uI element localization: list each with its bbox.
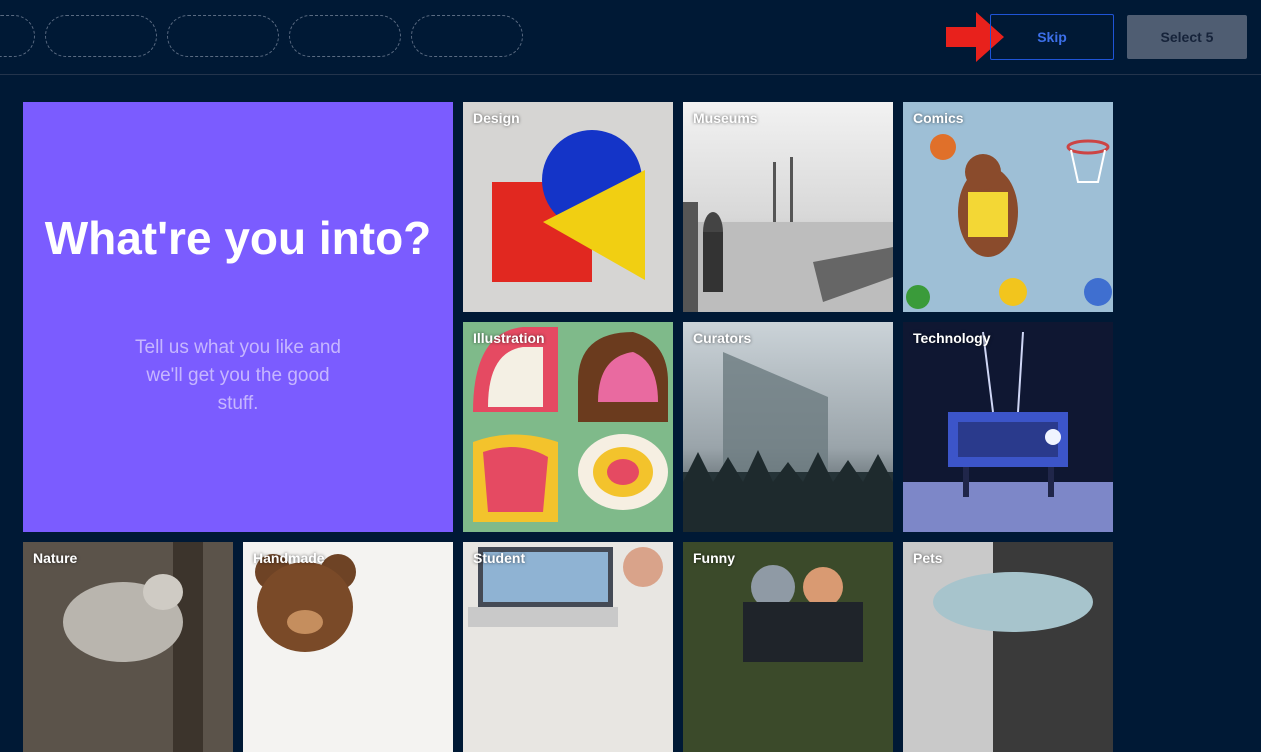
tile-curators[interactable]: Curators bbox=[683, 322, 893, 532]
funny-image bbox=[683, 542, 893, 752]
empty-selection-slot bbox=[167, 15, 279, 57]
design-image bbox=[463, 102, 673, 312]
select-5-button[interactable]: Select 5 bbox=[1127, 15, 1247, 59]
technology-image bbox=[903, 322, 1113, 532]
comics-image bbox=[903, 102, 1113, 312]
student-image bbox=[463, 542, 673, 752]
tile-comics[interactable]: Comics bbox=[903, 102, 1113, 312]
empty-selection-slot bbox=[411, 15, 523, 57]
hero-subtitle: Tell us what you like and we'll get you … bbox=[135, 337, 341, 414]
tile-label: Illustration bbox=[473, 330, 545, 346]
tile-funny[interactable]: Funny bbox=[683, 542, 893, 752]
illustration-image bbox=[463, 322, 673, 532]
tile-technology[interactable]: Technology bbox=[903, 322, 1113, 532]
tile-nature[interactable]: Nature bbox=[23, 542, 233, 752]
nature-image bbox=[23, 542, 233, 752]
tile-label: Design bbox=[473, 110, 520, 126]
curators-image bbox=[683, 322, 893, 532]
tile-label: Curators bbox=[693, 330, 752, 346]
skip-button[interactable]: Skip bbox=[990, 14, 1114, 60]
hero-card: What're you into? Tell us what you like … bbox=[23, 102, 453, 532]
museums-image bbox=[683, 102, 893, 312]
tile-pets[interactable]: Pets bbox=[903, 542, 1113, 752]
tile-label: Handmade bbox=[253, 550, 325, 566]
empty-selection-slot bbox=[0, 15, 35, 57]
tile-label: Funny bbox=[693, 550, 735, 566]
pets-image bbox=[903, 542, 1113, 752]
tile-design[interactable]: Design bbox=[463, 102, 673, 312]
tile-label: Comics bbox=[913, 110, 964, 126]
tile-label: Nature bbox=[33, 550, 78, 566]
tile-label: Technology bbox=[913, 330, 991, 346]
tile-label: Pets bbox=[913, 550, 943, 566]
handmade-image bbox=[243, 542, 453, 752]
empty-selection-slot bbox=[45, 15, 157, 57]
tile-illustration[interactable]: Illustration bbox=[463, 322, 673, 532]
tile-museums[interactable]: Museums bbox=[683, 102, 893, 312]
tile-handmade[interactable]: Handmade bbox=[243, 542, 453, 752]
tile-student[interactable]: Student bbox=[463, 542, 673, 752]
hero-title: What're you into? bbox=[44, 212, 432, 264]
tile-label: Museums bbox=[693, 110, 758, 126]
tile-label: Student bbox=[473, 550, 526, 566]
empty-selection-slot bbox=[289, 15, 401, 57]
top-bar: Skip Select 5 bbox=[0, 0, 1261, 75]
